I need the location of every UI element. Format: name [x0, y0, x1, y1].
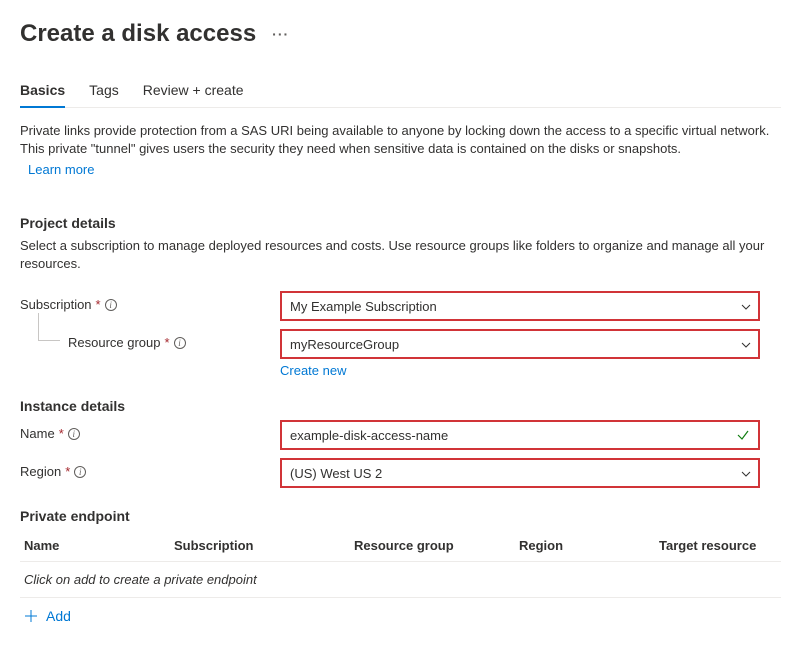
plus-icon: [24, 609, 38, 623]
resource-group-label: Resource group: [68, 335, 161, 350]
subscription-field: Subscription * i My Example Subscription: [20, 291, 781, 321]
required-indicator: *: [96, 297, 101, 312]
name-label: Name: [20, 426, 55, 441]
resource-group-field: Resource group * i myResourceGroup Creat…: [20, 329, 781, 378]
check-icon: [736, 428, 750, 442]
more-icon[interactable]: ···: [272, 26, 289, 42]
instance-details-heading: Instance details: [20, 398, 781, 414]
col-target: Target resource: [659, 538, 777, 553]
region-value: (US) West US 2: [290, 466, 740, 481]
project-details-heading: Project details: [20, 215, 781, 231]
page-title-text: Create a disk access: [20, 20, 256, 48]
required-indicator: *: [165, 335, 170, 350]
tab-tags[interactable]: Tags: [89, 76, 119, 108]
col-subscription: Subscription: [174, 538, 354, 553]
subscription-select[interactable]: My Example Subscription: [280, 291, 760, 321]
empty-state: Click on add to create a private endpoin…: [20, 561, 781, 598]
name-value: example-disk-access-name: [290, 428, 736, 443]
private-endpoint-heading: Private endpoint: [20, 508, 781, 524]
required-indicator: *: [59, 426, 64, 441]
project-details-help: Select a subscription to manage deployed…: [20, 237, 780, 273]
info-icon[interactable]: i: [68, 428, 80, 440]
resource-group-value: myResourceGroup: [290, 337, 740, 352]
intro-text: Private links provide protection from a …: [20, 122, 780, 158]
region-field: Region * i (US) West US 2: [20, 458, 781, 488]
chevron-down-icon: [740, 339, 750, 349]
table-header: Name Subscription Resource group Region …: [20, 530, 781, 561]
col-region: Region: [519, 538, 659, 553]
page-title: Create a disk access ···: [20, 20, 781, 48]
info-icon[interactable]: i: [74, 466, 86, 478]
resource-group-select[interactable]: myResourceGroup: [280, 329, 760, 359]
chevron-down-icon: [740, 468, 750, 478]
subscription-label: Subscription: [20, 297, 92, 312]
private-endpoint-table: Name Subscription Resource group Region …: [20, 530, 781, 634]
required-indicator: *: [65, 464, 70, 479]
learn-more-link[interactable]: Learn more: [28, 162, 94, 177]
name-field: Name * i example-disk-access-name: [20, 420, 781, 450]
create-new-link[interactable]: Create new: [280, 363, 346, 378]
name-input[interactable]: example-disk-access-name: [280, 420, 760, 450]
tab-review-create[interactable]: Review + create: [143, 76, 244, 108]
tab-bar: Basics Tags Review + create: [20, 76, 781, 108]
region-label: Region: [20, 464, 61, 479]
add-button[interactable]: Add: [20, 598, 781, 634]
region-select[interactable]: (US) West US 2: [280, 458, 760, 488]
info-icon[interactable]: i: [105, 299, 117, 311]
col-name: Name: [24, 538, 174, 553]
tree-connector: [38, 313, 60, 341]
col-resource-group: Resource group: [354, 538, 519, 553]
info-icon[interactable]: i: [174, 337, 186, 349]
add-label: Add: [46, 608, 71, 624]
chevron-down-icon: [740, 301, 750, 311]
subscription-value: My Example Subscription: [290, 299, 740, 314]
tab-basics[interactable]: Basics: [20, 76, 65, 108]
